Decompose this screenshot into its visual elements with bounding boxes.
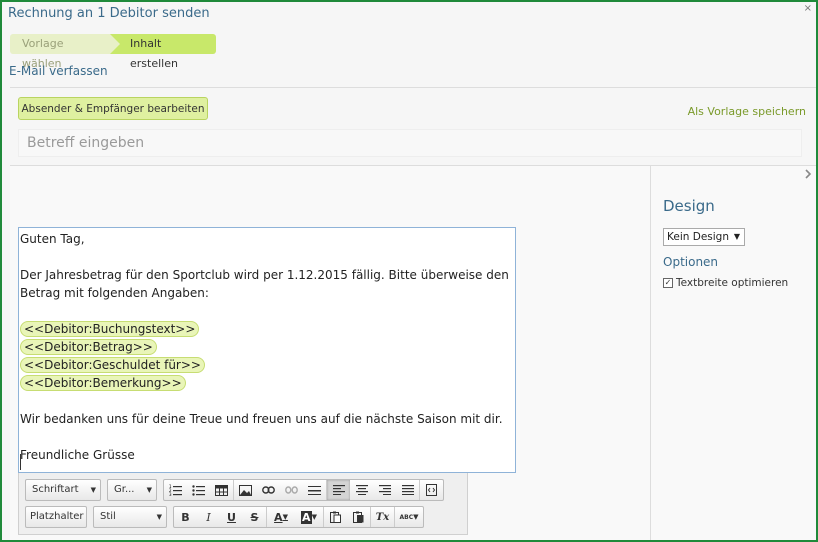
italic-icon[interactable]: I [197, 507, 220, 527]
paste-word-icon[interactable] [347, 507, 370, 527]
text-color-glyph: A [274, 510, 283, 524]
option-textwidth-row: ✓ Textbreite optimieren [663, 277, 788, 289]
body-text-line: Wir bedanken uns für deine Treue und fre… [20, 412, 503, 426]
font-select[interactable]: Schriftart ▼ [25, 479, 101, 501]
body-text-line: Der Jahresbetrag für den Sportclub wird … [20, 268, 509, 282]
paste-text-icon[interactable] [324, 507, 347, 527]
close-icon[interactable]: × [804, 3, 812, 14]
divider [10, 87, 816, 88]
body-text-line: Betrag mit folgenden Angaben: [20, 286, 209, 300]
style-select-value: Stil [100, 511, 116, 522]
spellcheck-glyph: ABC [399, 513, 414, 521]
placeholder-chip-betrag[interactable]: <<Debitor:Betrag>> [20, 339, 157, 355]
ordered-list-icon[interactable]: 123 [164, 480, 187, 500]
wizard-step-template[interactable]: Vorlage wählen [10, 34, 120, 70]
link-icon[interactable] [257, 480, 280, 500]
unlink-icon[interactable] [280, 480, 303, 500]
align-left-icon[interactable] [327, 480, 350, 500]
dialog-window: Rechnung an 1 Debitor senden × Vorlage w… [0, 0, 818, 542]
align-center-icon[interactable] [350, 480, 373, 500]
svg-text:3: 3 [169, 492, 172, 496]
toolbar-group-insert: 123 [163, 479, 444, 501]
align-right-icon[interactable] [373, 480, 396, 500]
closing-text: Freundliche Grüsse [20, 448, 135, 462]
bold-icon[interactable]: B [174, 507, 197, 527]
dropdown-arrow-icon: ▼ [733, 232, 740, 241]
caret-down-icon: ▼ [90, 486, 96, 494]
bg-color-glyph: A [301, 510, 312, 524]
font-size-value: Gr... [114, 484, 135, 495]
greeting-text: Guten Tag, [20, 232, 85, 246]
align-justify-icon[interactable] [396, 480, 419, 500]
remove-format-icon[interactable]: Tx [371, 507, 394, 527]
save-as-template-link[interactable]: Als Vorlage speichern [688, 105, 806, 118]
toolbar-row-2: Platzhalter Stil ▼ B I U S A ▼ A ▼ Tx AB… [25, 506, 430, 528]
option-textwidth-label: Textbreite optimieren [676, 277, 789, 289]
placeholder-chip-buchungstext[interactable]: <<Debitor:Buchungstext>> [20, 321, 200, 337]
wizard-steps: Vorlage wählen Inhalt erstellen [10, 34, 216, 70]
toolbar-group-format: B I U S A ▼ A ▼ Tx ABC ▼ [173, 506, 424, 528]
edit-sender-recipient-button[interactable]: Absender & Empfänger bearbeiten [18, 97, 208, 120]
design-sidebar: Design Kein Design ▼ Optionen ✓ Textbrei… [650, 165, 816, 540]
section-title: E-Mail verfassen [9, 64, 108, 78]
placeholder-chip-bemerkung[interactable]: <<Debitor:Bemerkung>> [20, 375, 186, 391]
style-select[interactable]: Stil ▼ [93, 506, 167, 528]
table-icon[interactable] [210, 480, 233, 500]
dialog-title: Rechnung an 1 Debitor senden [8, 6, 210, 21]
toolbar-row-1: Schriftart ▼ Gr... ▼ 123 [25, 479, 450, 501]
background-color-icon[interactable]: A ▼ [295, 507, 323, 527]
text-color-icon[interactable]: A ▼ [267, 507, 295, 527]
textwidth-checkbox[interactable]: ✓ [663, 278, 673, 288]
placeholder-button[interactable]: Platzhalter [25, 506, 87, 528]
design-select[interactable]: Kein Design ▼ [663, 228, 745, 246]
horizontal-rule-icon[interactable] [303, 480, 326, 500]
placeholder-chip-geschuldet[interactable]: <<Debitor:Geschuldet für>> [20, 357, 205, 373]
font-select-value: Schriftart [32, 484, 79, 495]
caret-down-icon: ▼ [146, 486, 152, 494]
bullet-list-icon[interactable] [187, 480, 210, 500]
subject-input[interactable] [18, 129, 802, 157]
strikethrough-icon[interactable]: S [243, 507, 266, 527]
font-size-select[interactable]: Gr... ▼ [107, 479, 157, 501]
source-icon[interactable] [420, 480, 443, 500]
text-cursor [20, 454, 21, 470]
chevron-right-icon[interactable] [804, 168, 812, 182]
spellcheck-icon[interactable]: ABC ▼ [395, 507, 423, 527]
image-icon[interactable] [234, 480, 257, 500]
editor-toolbar: Schriftart ▼ Gr... ▼ 123 Platzhalter Sti… [18, 473, 468, 535]
email-body-editor[interactable]: Guten Tag, Der Jahresbetrag für den Spor… [18, 227, 516, 473]
design-heading: Design [663, 197, 715, 215]
underline-icon[interactable]: U [220, 507, 243, 527]
caret-down-icon: ▼ [156, 513, 162, 521]
design-select-value: Kein Design [667, 231, 729, 243]
wizard-step-content[interactable]: Inhalt erstellen [110, 34, 216, 70]
options-heading: Optionen [663, 255, 719, 269]
